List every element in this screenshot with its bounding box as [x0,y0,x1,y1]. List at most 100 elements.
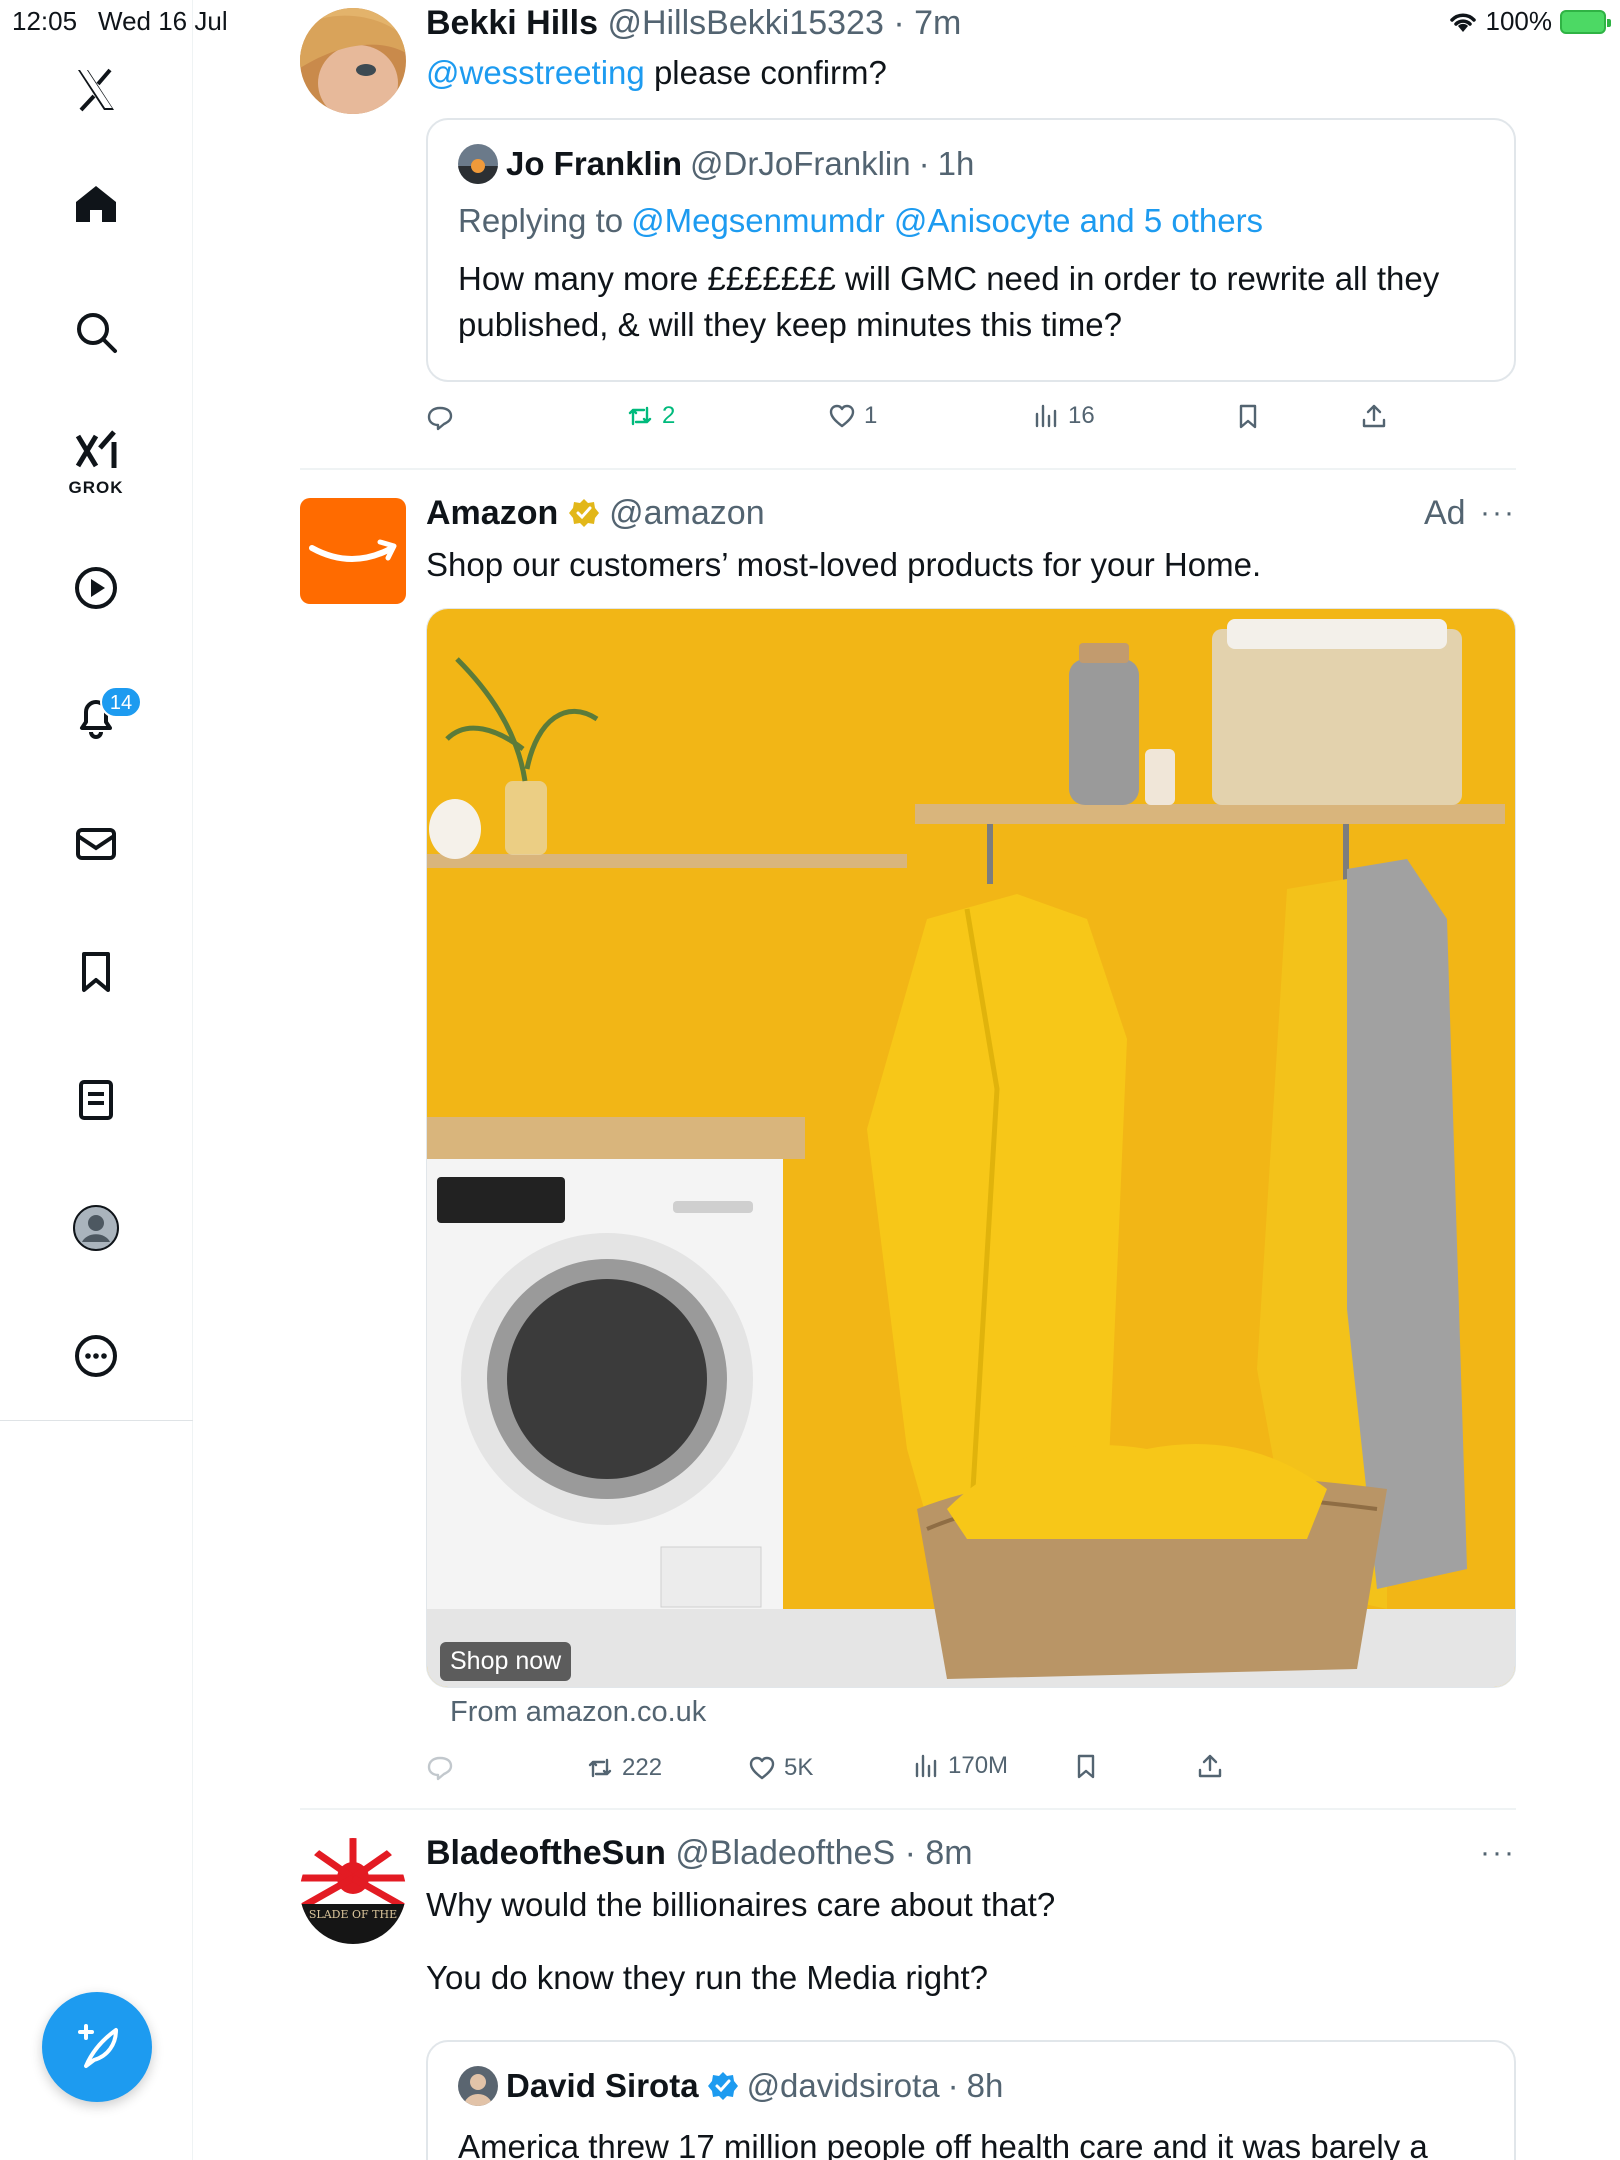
bookmark-button[interactable] [1234,402,1262,430]
retweet-icon [628,406,652,426]
quoted-tweet-time: 1h [937,145,975,182]
tweet-divider [300,468,1516,470]
tweet-text: Why would the billionaires care about th… [426,1882,1055,2001]
more-icon[interactable] [66,1326,126,1386]
tweet-time[interactable]: 7m [914,4,961,42]
author-name[interactable]: Bekki Hills [426,4,598,42]
quoted-avatar [458,2066,498,2106]
list-icon[interactable] [66,1070,126,1130]
more-options-icon[interactable]: ··· [1480,496,1516,530]
quoted-tweet-card[interactable]: Jo Franklin @DrJoFranklin · 1h Replying … [426,118,1516,382]
share-icon [1362,404,1386,428]
tweet-header: Amazon @amazon [426,494,765,533]
quoted-author-name[interactable]: Jo Franklin [506,145,682,183]
quoted-text-line: published, & will they keep minutes this… [458,306,1122,343]
quoted-author-handle[interactable]: @davidsirota [747,2067,940,2105]
views-button[interactable]: 170M [912,1752,1008,1780]
mail-icon[interactable] [66,814,126,874]
author-name[interactable]: Amazon [426,494,558,532]
reply-icon [427,1756,453,1781]
ad-label: Ad [1424,494,1466,532]
shop-now-button[interactable]: Shop now [440,1642,572,1681]
views-chart-icon [1035,404,1057,428]
bookmark-icon[interactable] [66,942,126,1002]
bookmark-icon [1239,404,1257,429]
quoted-author-handle[interactable]: @DrJoFranklin [690,145,911,183]
separator-dot: · [918,145,930,182]
reply-button[interactable] [426,1754,454,1782]
views-count: 170M [948,1752,1009,1779]
verified-gold-badge-icon [568,499,599,527]
views-button[interactable]: 16 [1032,402,1095,430]
avatar[interactable] [300,1838,406,1944]
grok-label: GROK [68,478,124,497]
author-handle[interactable]: @BladeoftheS [675,1834,895,1872]
battery-charging-icon [1560,9,1611,34]
tweet-text-line: Why would the billionaires care about th… [426,1886,1056,1923]
quoted-avatar [458,144,498,184]
ad-image-laundry-room[interactable] [426,608,1516,1688]
more-options-icon[interactable]: ··· [1480,1836,1516,1870]
home-icon[interactable] [66,174,126,234]
tweet-time[interactable]: 8m [925,1834,972,1872]
quoted-tweet-card[interactable]: David Sirota @davidsirota · 8h America t… [426,2040,1516,2160]
quoted-text-line: How many more £££££££ will GMC need in o… [458,260,1440,297]
views-count: 16 [1068,402,1095,429]
sidebar: GROK 14 [0,0,193,2160]
quoted-author-name[interactable]: David Sirota [506,2067,699,2105]
quoted-tweet-text: How many more £££££££ will GMC need in o… [458,256,1498,348]
compose-button[interactable] [42,1992,152,2102]
replying-to-links[interactable]: @Megsenmumdr @Anisocyte and 5 others [631,202,1263,240]
quoted-tweet-header: Jo Franklin @DrJoFranklin · 1h [458,144,974,184]
x-logo-icon[interactable] [66,60,126,120]
separator-dot: · [947,2067,959,2104]
heart-icon [749,1756,775,1780]
quoted-tweet-time: 8h [966,2067,1004,2104]
avatar[interactable] [300,8,406,114]
retweet-button[interactable]: 2 [626,402,675,430]
share-icon [1198,1754,1222,1778]
search-icon[interactable] [66,302,126,362]
quoted-tweet-text: America threw 17 million people off heal… [458,2128,1428,2160]
author-handle[interactable]: @HillsBekki15323 [607,4,883,42]
quoted-tweet-header: David Sirota @davidsirota · 8h [458,2066,1003,2106]
bookmark-button[interactable] [1072,1752,1100,1780]
notification-badge: 14 [100,686,142,718]
sidebar-divider [0,1420,193,1421]
like-count: 1 [864,402,878,429]
tweet-header: BladeoftheSun @BladeoftheS · 8m [426,1834,973,1873]
reply-icon [427,406,453,431]
mention-link[interactable]: @wesstreeting [426,54,645,91]
play-icon[interactable] [66,558,126,618]
author-handle[interactable]: @amazon [609,494,764,532]
tweet-header: Bekki Hills @HillsBekki15323 · 7m [426,4,961,43]
bookmark-icon [1077,1754,1095,1779]
verified-blue-badge-icon [707,2072,738,2100]
status-indicators: 100% [1448,6,1611,37]
tweet-divider [300,1808,1516,1810]
retweet-icon [588,1758,612,1778]
compose-feather-icon [78,2024,118,2068]
avatar-icon[interactable] [66,1198,126,1258]
reply-button[interactable] [426,404,454,432]
retweet-button[interactable]: 222 [586,1754,662,1782]
tweet-text: @wesstreeting please confirm? [426,50,887,96]
ad-source-domain[interactable]: From amazon.co.uk [450,1696,706,1729]
separator-dot: · [904,1834,916,1872]
like-count: 5K [784,1754,814,1781]
retweet-count: 2 [662,402,676,429]
wifi-icon [1449,12,1476,32]
avatar-text: SLADE OF THE [308,1908,398,1921]
heart-icon [829,404,855,428]
share-button[interactable] [1196,1752,1224,1780]
grok-icon[interactable] [66,420,126,480]
share-button[interactable] [1360,402,1388,430]
views-chart-icon [915,1754,937,1778]
like-button[interactable]: 1 [828,402,877,430]
like-button[interactable]: 5K [748,1754,813,1782]
author-name[interactable]: BladeoftheSun [426,1834,666,1872]
battery-percent: 100% [1485,6,1553,36]
amazon-logo[interactable] [300,498,406,604]
replying-to: Replying to @Megsenmumdr @Anisocyte and … [458,202,1263,240]
retweet-count: 222 [622,1754,663,1781]
